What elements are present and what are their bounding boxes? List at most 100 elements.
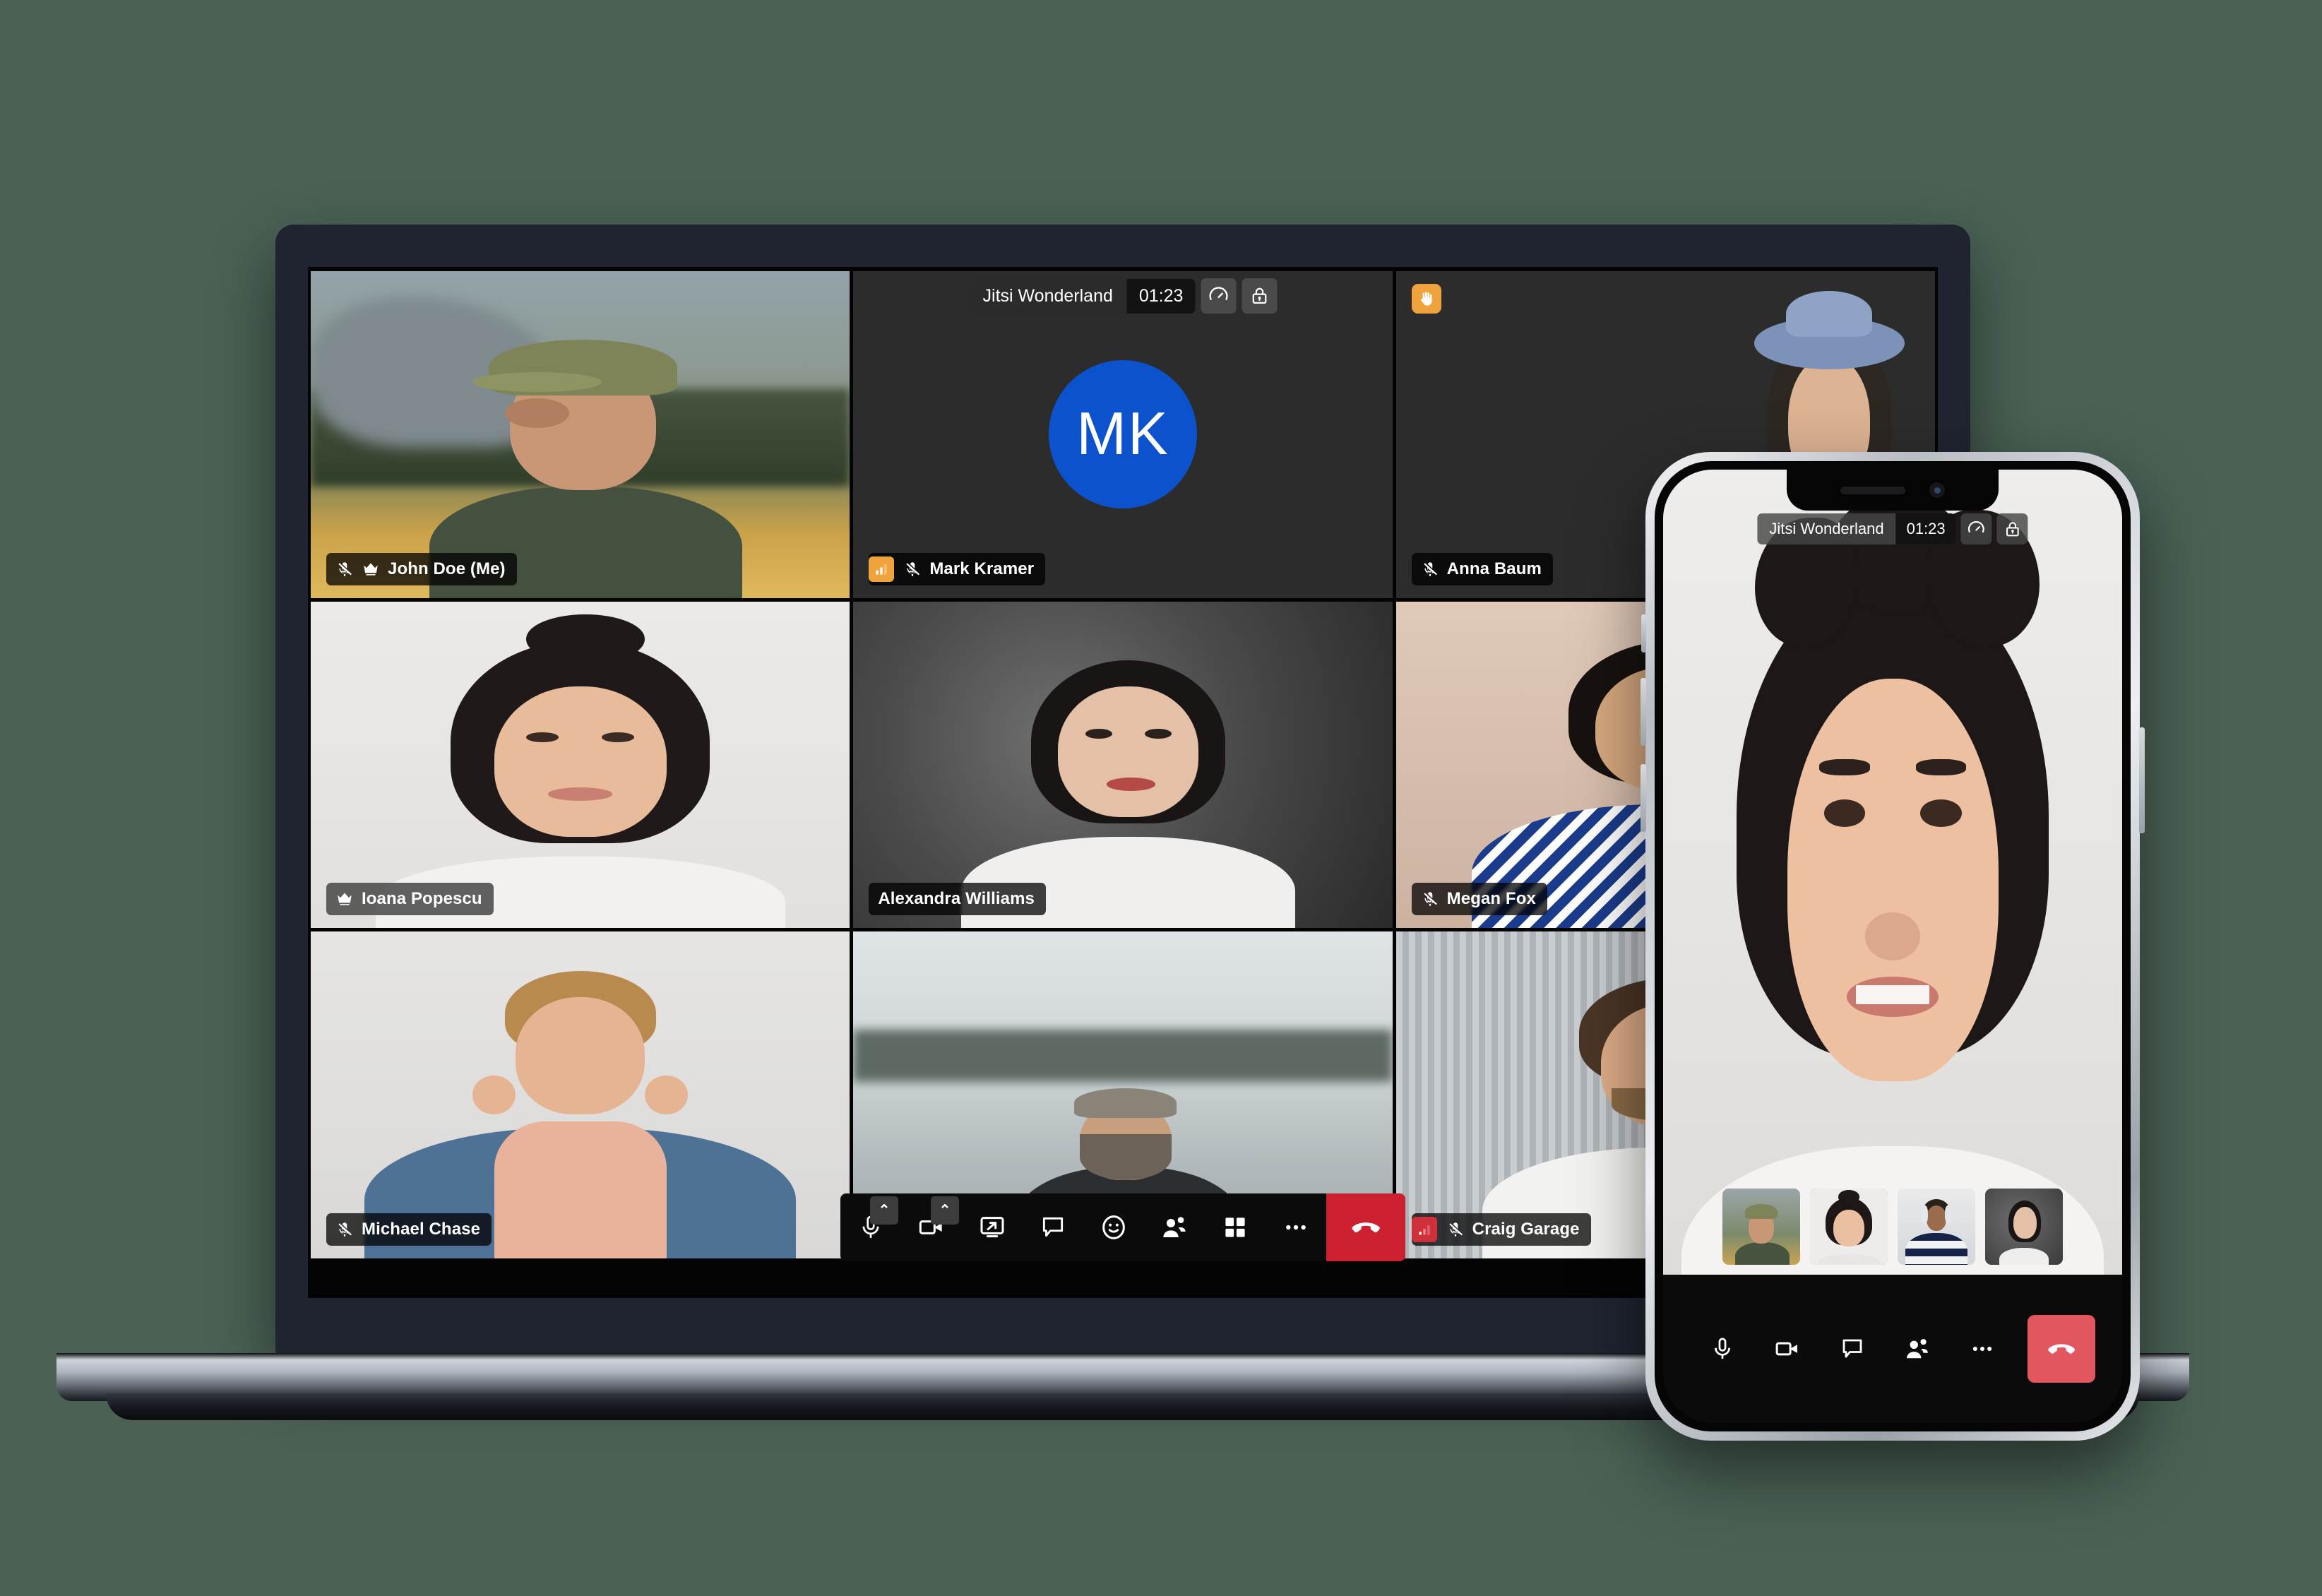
participant-name-pill: Anna Baum [1411, 552, 1553, 585]
phone-microphone-button[interactable] [1690, 1315, 1755, 1383]
filmstrip-thumb-ioana-popescu[interactable] [1810, 1189, 1888, 1265]
filmstrip-thumb-john-doe[interactable] [1722, 1189, 1800, 1265]
meeting-header: Jitsi Wonderland 01:23 [968, 278, 1278, 314]
phone-power-button[interactable] [2139, 727, 2145, 833]
phone-participants-button[interactable] [1885, 1315, 1950, 1383]
participants-icon [1163, 1217, 1186, 1237]
microphone-muted-icon [906, 561, 920, 576]
phone-meeting-timer: 01:23 [1895, 513, 1956, 544]
microphone-options-chevron[interactable]: ⌃ [870, 1196, 898, 1225]
phone-camera-button[interactable] [1755, 1315, 1820, 1383]
phone-screen: Jitsi Wonderland 01:23 [1663, 470, 2122, 1423]
microphone-muted-icon [338, 1222, 352, 1237]
hangup-button[interactable] [1326, 1193, 1405, 1261]
phone-hangup-icon [2048, 1344, 2075, 1354]
participant-video [853, 601, 1393, 929]
moderator-crown-icon [364, 562, 378, 576]
participant-name: Ioana Popescu [362, 889, 482, 909]
meeting-info-pill[interactable]: Jitsi Wonderland 01:23 [968, 278, 1196, 314]
speedometer-icon [1209, 287, 1228, 301]
video-tile-ioana-popescu[interactable]: Ioana Popescu [311, 601, 850, 929]
phone-toolbar [1663, 1275, 2122, 1423]
security-options-button[interactable] [1242, 278, 1278, 314]
phone-bezel: Jitsi Wonderland 01:23 [1655, 461, 2131, 1431]
participant-name: Megan Fox [1446, 889, 1536, 909]
participant-name-pill: Megan Fox [1411, 883, 1547, 916]
microphone-button[interactable]: ⌃ [840, 1193, 901, 1261]
meeting-timer: 01:23 [1126, 278, 1196, 314]
phone-mute-switch [1641, 614, 1646, 653]
microphone-muted-icon [338, 561, 352, 576]
microphone-muted-icon [1448, 1222, 1463, 1237]
raised-hand-badge [1411, 284, 1441, 314]
front-camera [1929, 482, 1945, 498]
camera-icon [1775, 1342, 1797, 1356]
participant-name: Michael Chase [362, 1219, 481, 1239]
participant-name: Mark Kramer [929, 559, 1035, 578]
more-options-button[interactable] [1266, 1193, 1326, 1261]
participant-name: John Doe (Me) [388, 559, 506, 578]
phone-meeting-info-pill[interactable]: Jitsi Wonderland 01:23 [1757, 513, 1956, 544]
participant-name-pill: Craig Garage [1411, 1213, 1591, 1246]
camera-options-chevron[interactable]: ⌃ [931, 1196, 959, 1225]
participant-video [311, 931, 850, 1258]
participants-button[interactable] [1144, 1193, 1205, 1261]
ellipsis-icon [1972, 1346, 1992, 1352]
phone-more-options-button[interactable] [1950, 1315, 2015, 1383]
connection-quality-icon [869, 556, 895, 582]
video-tile-alexandra-williams[interactable]: Alexandra Williams [853, 601, 1393, 929]
participant-name: Anna Baum [1446, 559, 1542, 578]
phone-volume-down-button[interactable] [1641, 764, 1646, 832]
microphone-icon [1715, 1338, 1730, 1359]
participant-video [311, 271, 850, 598]
screen-share-icon [980, 1217, 1004, 1238]
participant-name: Alexandra Williams [878, 889, 1035, 909]
phone-security-options-button[interactable] [1996, 513, 2028, 544]
phone-hangup-button[interactable] [2028, 1315, 2095, 1383]
microphone-muted-icon [1423, 892, 1437, 907]
meeting-room-name: Jitsi Wonderland [968, 278, 1127, 314]
earpiece-speaker [1840, 486, 1905, 494]
avatar-initials: MK [1076, 400, 1169, 468]
chat-icon [1042, 1217, 1064, 1237]
avatar: MK [1048, 360, 1197, 509]
filmstrip-thumb-participant-3[interactable] [1898, 1189, 1975, 1265]
participant-name-pill: Alexandra Williams [869, 883, 1046, 916]
camera-button[interactable]: ⌃ [901, 1193, 962, 1261]
microphone-muted-icon [1423, 561, 1437, 576]
video-tile-mark-kramer[interactable]: MK Mark Kramer [853, 271, 1393, 598]
video-tile-john-doe[interactable]: John Doe (Me) [311, 271, 850, 598]
reactions-button[interactable] [1083, 1193, 1144, 1261]
phone-device: Jitsi Wonderland 01:23 [1641, 452, 2145, 1441]
tile-view-icon [1225, 1217, 1245, 1237]
video-tile-michael-chase[interactable]: Michael Chase [311, 931, 850, 1258]
ellipsis-icon [1286, 1225, 1306, 1230]
phone-video-stage: Jitsi Wonderland 01:23 [1663, 470, 2122, 1275]
tile-view-button[interactable] [1205, 1193, 1266, 1261]
participant-name-pill: Ioana Popescu [326, 883, 494, 916]
phone-chat-button[interactable] [1820, 1315, 1885, 1383]
phone-connection-quality-button[interactable] [1960, 513, 1992, 544]
phone-meeting-room-name: Jitsi Wonderland [1757, 513, 1896, 544]
participant-name-pill: Mark Kramer [869, 552, 1046, 585]
screen-share-button[interactable] [962, 1193, 1023, 1261]
phone-main-video[interactable] [1663, 470, 2122, 1275]
chat-icon [1842, 1339, 1862, 1358]
lock-icon [1252, 287, 1267, 304]
smiley-icon [1102, 1215, 1125, 1239]
phone-meeting-header: Jitsi Wonderland 01:23 [1757, 513, 2028, 544]
raised-hand-icon [1420, 292, 1432, 306]
moderator-crown-icon [338, 893, 352, 905]
phone-filmstrip [1663, 1189, 2122, 1265]
speedometer-icon [1968, 520, 1985, 533]
chat-button[interactable] [1023, 1193, 1083, 1261]
participant-name: Craig Garage [1472, 1219, 1580, 1239]
participant-video [311, 601, 850, 929]
filmstrip-thumb-alexandra-williams[interactable] [1985, 1189, 2063, 1265]
participant-name-pill: Michael Chase [326, 1213, 492, 1246]
connection-quality-button[interactable] [1201, 278, 1237, 314]
lock-icon [2006, 521, 2019, 536]
participant-name-pill: John Doe (Me) [326, 552, 517, 585]
participants-icon [1907, 1339, 1928, 1359]
phone-volume-up-button[interactable] [1641, 678, 1646, 746]
